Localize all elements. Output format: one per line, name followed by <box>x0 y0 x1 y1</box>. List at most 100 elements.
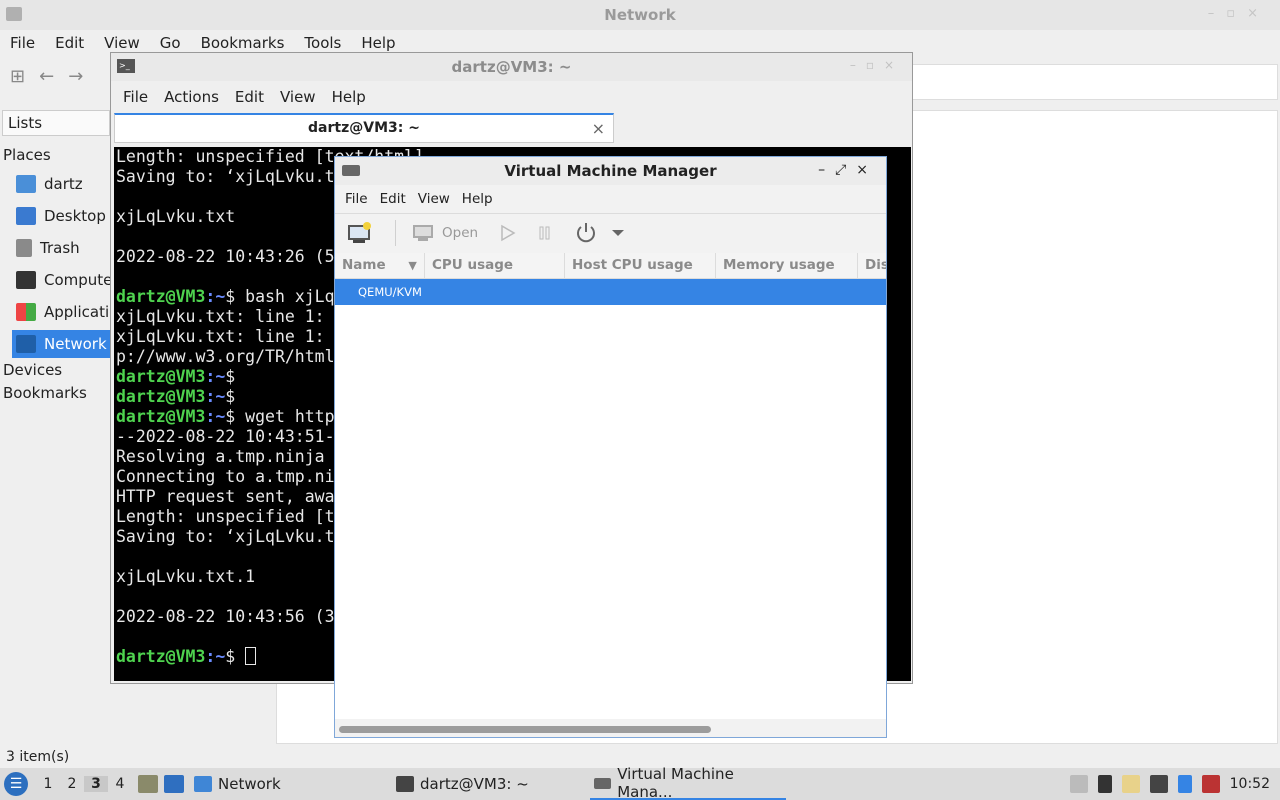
network-tray-icon[interactable] <box>1149 775 1168 793</box>
menu-edit[interactable]: Edit <box>227 86 272 108</box>
new-vm-button[interactable] <box>347 221 373 244</box>
workspace-4[interactable]: 4 <box>108 776 132 792</box>
menu-edit[interactable]: Edit <box>45 32 94 54</box>
menu-help[interactable]: Help <box>324 86 374 108</box>
back-arrow-icon[interactable]: ← <box>39 66 54 87</box>
task-terminal[interactable]: dartz@VM3: ~ <box>396 768 529 800</box>
terminal-icon <box>396 776 414 792</box>
menu-file[interactable]: File <box>339 189 374 209</box>
home-folder-icon <box>16 175 36 193</box>
location-bar[interactable] <box>912 64 1278 100</box>
terminal-menubar: File Actions Edit View Help <box>115 86 374 108</box>
window-controls-icon[interactable]: –⤢× <box>818 162 878 178</box>
file-manager-toolbar: ⊞ ← → <box>10 66 83 87</box>
clock[interactable]: 10:52 <box>1230 776 1270 792</box>
new-vm-icon <box>348 221 371 243</box>
menu-bookmarks[interactable]: Bookmarks <box>191 32 295 54</box>
clipboard-icon[interactable] <box>1121 775 1140 793</box>
menu-edit[interactable]: Edit <box>374 189 412 209</box>
volume-icon[interactable] <box>1097 775 1112 793</box>
new-tab-icon[interactable]: ⊞ <box>10 66 25 87</box>
power-icon <box>577 222 596 242</box>
chevron-down-icon <box>612 229 625 236</box>
terminal-cursor <box>245 647 257 665</box>
file-manager-menubar: File Edit View Go Bookmarks Tools Help <box>0 32 406 54</box>
sidebar-mode-selector[interactable]: Lists <box>2 110 110 136</box>
command-text: $ <box>225 647 246 666</box>
close-tab-icon[interactable]: × <box>592 115 605 142</box>
desktop-icon <box>16 207 36 225</box>
folder-icon <box>194 776 212 792</box>
file-manager-launcher-icon[interactable] <box>138 775 158 793</box>
menu-help[interactable]: Help <box>351 32 405 54</box>
menu-help[interactable]: Help <box>456 189 499 209</box>
prompt-user: dartz@VM3 <box>116 647 206 666</box>
workspace-1[interactable]: 1 <box>36 776 60 792</box>
vm-list-headers: Name ▼ CPU usage Host CPU usage Memory u… <box>335 253 886 279</box>
places-header[interactable]: Places <box>3 146 51 164</box>
menu-file[interactable]: File <box>115 86 156 108</box>
menu-file[interactable]: File <box>0 32 45 54</box>
vmm-window: Virtual Machine Manager –⤢× File Edit Vi… <box>334 156 887 738</box>
horizontal-scrollbar-track[interactable] <box>335 721 886 737</box>
workspace-3[interactable]: 3 <box>84 776 108 792</box>
column-header-disk[interactable]: Dis <box>858 253 886 278</box>
menu-view[interactable]: View <box>94 32 150 54</box>
menu-go[interactable]: Go <box>150 32 191 54</box>
tray-arrow-icon[interactable] <box>1069 775 1088 793</box>
column-header-host-cpu[interactable]: Host CPU usage <box>565 253 716 278</box>
column-header-memory[interactable]: Memory usage <box>716 253 858 278</box>
window-controls-icon[interactable]: –▫× <box>1208 6 1270 21</box>
terminal-tab[interactable]: dartz@VM3: ~ × <box>114 113 614 143</box>
task-vmm[interactable]: Virtual Machine Mana... <box>590 765 786 800</box>
file-manager-title: Network <box>604 6 676 24</box>
prompt-user: dartz@VM3 <box>116 407 206 426</box>
horizontal-scrollbar-thumb[interactable] <box>339 726 711 733</box>
run-button[interactable] <box>500 224 516 242</box>
vmm-titlebar[interactable]: Virtual Machine Manager –⤢× <box>335 157 886 185</box>
pause-icon <box>539 226 550 239</box>
menu-tools[interactable]: Tools <box>294 32 351 54</box>
sidebar-item-desktop[interactable]: Desktop <box>12 202 112 230</box>
menu-view[interactable]: View <box>272 86 324 108</box>
vm-list: QEMU/KVM <box>335 279 886 719</box>
column-header-cpu[interactable]: CPU usage <box>425 253 565 278</box>
status-bar: 3 item(s) <box>6 749 70 765</box>
monitor-icon <box>413 224 433 241</box>
vmm-app-icon <box>594 777 612 789</box>
computer-icon <box>16 271 36 289</box>
file-manager-titlebar[interactable]: Network –▫× <box>0 0 1280 30</box>
pause-button[interactable] <box>538 225 552 241</box>
sidebar-item-network[interactable]: Network <box>12 330 112 358</box>
task-network[interactable]: Network <box>194 768 281 800</box>
terminal-titlebar[interactable]: >_ dartz@VM3: ~ –▫× <box>111 53 912 81</box>
shutdown-button[interactable] <box>574 221 598 245</box>
sidebar-item-computer[interactable]: Computer <box>12 266 112 294</box>
window-controls-icon[interactable]: –▫× <box>850 58 904 72</box>
sidebar-item-dartz[interactable]: dartz <box>12 170 112 198</box>
prompt-user: dartz@VM3 <box>116 287 206 306</box>
menu-actions[interactable]: Actions <box>156 86 227 108</box>
prompt-path: :~ <box>205 407 226 426</box>
trash-icon <box>16 239 32 257</box>
show-desktop-icon[interactable] <box>164 775 184 793</box>
vmm-tray-icon[interactable] <box>1201 775 1220 793</box>
notification-icon[interactable] <box>1177 775 1192 793</box>
bookmarks-header[interactable]: Bookmarks <box>3 384 87 402</box>
forward-arrow-icon[interactable]: → <box>68 66 83 87</box>
devices-header[interactable]: Devices <box>3 361 62 379</box>
connection-row[interactable]: QEMU/KVM <box>335 279 886 305</box>
open-button[interactable]: Open <box>412 224 478 242</box>
sidebar-item-applications[interactable]: Applications <box>12 298 112 326</box>
sidebar-item-trash[interactable]: Trash <box>12 234 112 262</box>
vmm-toolbar: Open <box>335 213 886 251</box>
shutdown-menu-button[interactable] <box>612 229 625 237</box>
column-header-name[interactable]: Name ▼ <box>335 253 425 278</box>
command-text: $ bash xjLq <box>225 287 335 306</box>
menu-view[interactable]: View <box>412 189 456 209</box>
network-icon <box>16 335 36 353</box>
workspace-2[interactable]: 2 <box>60 776 84 792</box>
start-menu-button[interactable]: ☰ <box>4 772 28 796</box>
command-text: $ <box>225 387 236 406</box>
prompt-path: :~ <box>205 647 226 666</box>
